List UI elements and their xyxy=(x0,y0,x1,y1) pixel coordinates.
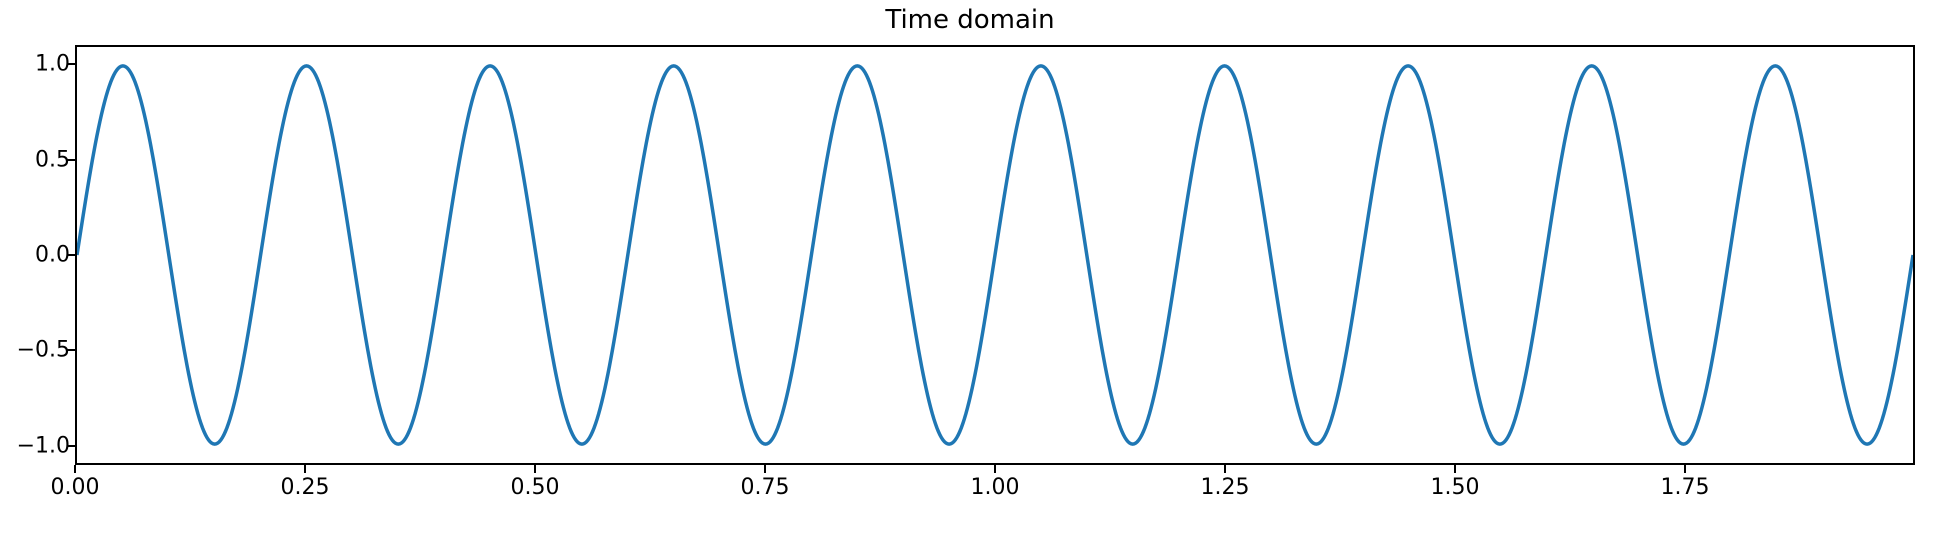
time-domain-chart: Time domain −1.0 −0.5 0.0 0.5 1.0 0.00 0.25 0.… xyxy=(0,0,1940,538)
plot-area xyxy=(75,45,1915,465)
x-tick-label: 1.75 xyxy=(1661,475,1710,500)
x-tick-mark xyxy=(74,465,76,473)
y-tick-label: −1.0 xyxy=(10,433,70,458)
x-tick-label: 0.25 xyxy=(281,475,330,500)
signal-line xyxy=(77,66,1913,444)
x-tick-mark xyxy=(764,465,766,473)
chart-title: Time domain xyxy=(885,5,1054,35)
x-tick-label: 1.50 xyxy=(1431,475,1480,500)
x-tick-mark xyxy=(304,465,306,473)
x-tick-label: 1.25 xyxy=(1201,475,1250,500)
x-tick-mark xyxy=(1224,465,1226,473)
x-tick-mark xyxy=(534,465,536,473)
x-tick-label: 0.50 xyxy=(511,475,560,500)
y-tick-label: −0.5 xyxy=(10,338,70,363)
line-plot-svg xyxy=(77,47,1913,463)
y-tick-label: 0.0 xyxy=(10,243,70,268)
x-tick-mark xyxy=(994,465,996,473)
y-tick-label: 0.5 xyxy=(10,147,70,172)
x-tick-label: 0.00 xyxy=(51,475,100,500)
x-tick-mark xyxy=(1454,465,1456,473)
x-tick-mark xyxy=(1684,465,1686,473)
y-tick-label: 1.0 xyxy=(10,52,70,77)
x-tick-label: 1.00 xyxy=(971,475,1020,500)
y-tick-mark xyxy=(67,445,75,447)
y-tick-mark xyxy=(67,349,75,351)
x-tick-label: 0.75 xyxy=(741,475,790,500)
y-tick-mark xyxy=(67,254,75,256)
y-tick-mark xyxy=(67,159,75,161)
y-tick-mark xyxy=(67,63,75,65)
